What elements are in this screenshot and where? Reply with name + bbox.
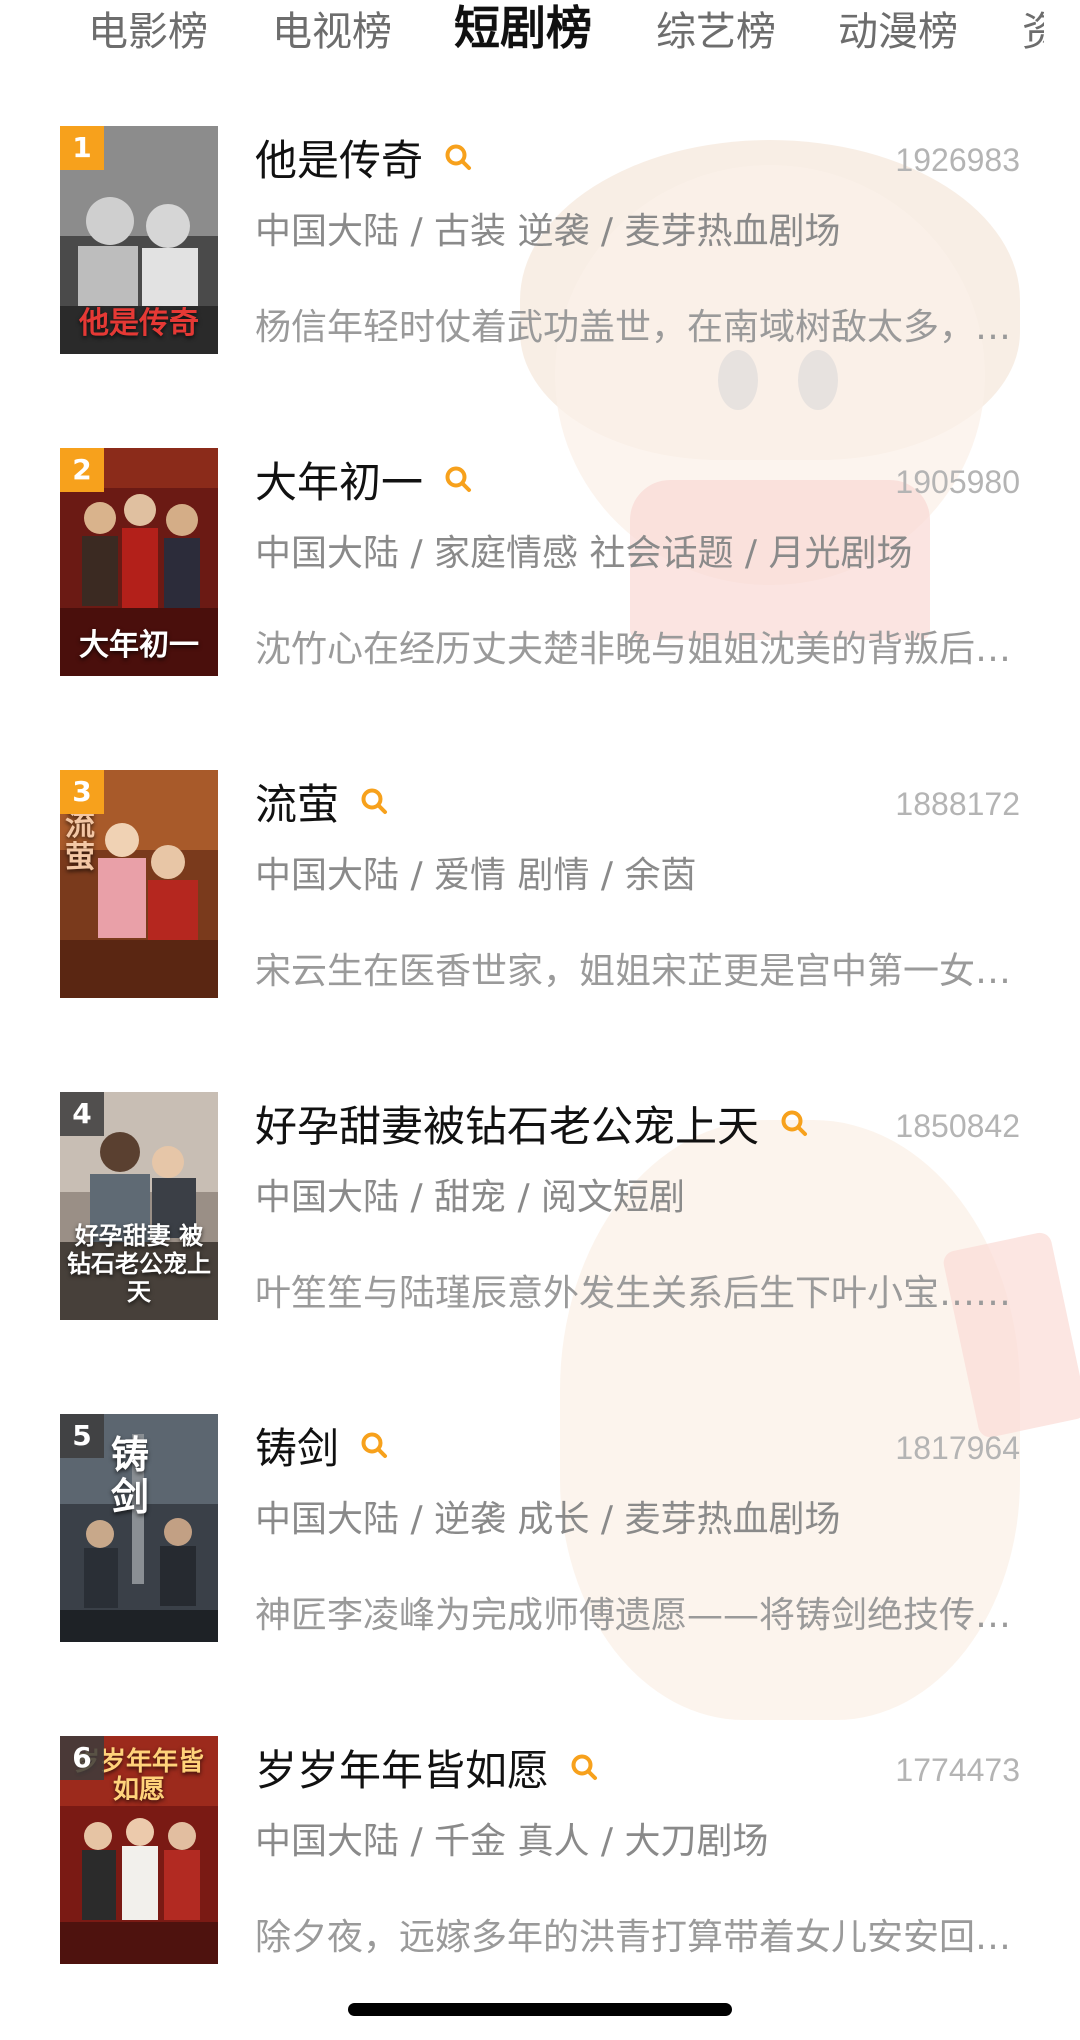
rank-badge: 5 bbox=[60, 1414, 104, 1458]
poster-image: 他是传奇 1 bbox=[60, 126, 218, 354]
rank-badge: 1 bbox=[60, 126, 104, 170]
title-row: 好孕甜妻被钻石老公宠上天 bbox=[255, 1091, 809, 1155]
poster-image: 好孕甜妻 被钻石老公宠上天 4 bbox=[60, 1092, 218, 1320]
search-icon[interactable] bbox=[359, 786, 389, 816]
poster-caption: 好孕甜妻 被钻石老公宠上天 bbox=[67, 1221, 211, 1306]
tab-tv[interactable]: 电视榜 bbox=[272, 0, 392, 64]
item-tags: 中国大陆 / 家庭情感 社会话题 / 月光剧场 bbox=[255, 533, 913, 574]
title-row: 流萤 bbox=[255, 769, 389, 833]
title-row: 岁岁年年皆如愿 bbox=[255, 1735, 599, 1799]
heat-score: 1905980 bbox=[895, 464, 1020, 500]
item-tags: 中国大陆 / 爱情 剧情 / 余茵 bbox=[255, 855, 697, 896]
rank-badge: 4 bbox=[60, 1092, 104, 1136]
list-item[interactable]: 大年初一 2 大年初一 1905980 中国大陆 / 家庭情感 社会话题 / 月… bbox=[0, 442, 1080, 682]
list-item[interactable]: 好孕甜妻 被钻石老公宠上天 4 好孕甜妻被钻石老公宠上天 1850842 中国大… bbox=[0, 1086, 1080, 1326]
heat-score: 1926983 bbox=[895, 142, 1020, 178]
search-icon[interactable] bbox=[359, 1430, 389, 1460]
title-row: 他是传奇 bbox=[255, 125, 473, 189]
item-tags: 中国大陆 / 千金 真人 / 大刀剧场 bbox=[255, 1821, 769, 1862]
item-description: 除夕夜，远嫁多年的洪青打算带着女儿安安回家…… bbox=[255, 1917, 1025, 1958]
heat-score: 1774473 bbox=[895, 1752, 1020, 1788]
rank-badge: 2 bbox=[60, 448, 104, 492]
tab-short-drama[interactable]: 短剧榜 bbox=[454, 0, 592, 64]
list-item[interactable]: 他是传奇 1 他是传奇 1926983 中国大陆 / 古装 逆袭 / 麦芽热血剧… bbox=[0, 120, 1080, 360]
item-tags: 中国大陆 / 甜宠 / 阅文短剧 bbox=[255, 1177, 686, 1218]
poster-image: 流萤 3 bbox=[60, 770, 218, 998]
heat-score: 1888172 bbox=[895, 786, 1020, 822]
search-icon[interactable] bbox=[779, 1108, 809, 1138]
poster-caption: 他是传奇 bbox=[79, 306, 199, 341]
item-tags: 中国大陆 / 古装 逆袭 / 麦芽热血剧场 bbox=[255, 211, 841, 252]
item-title[interactable]: 他是传奇 bbox=[255, 127, 423, 188]
tab-movies[interactable]: 电影榜 bbox=[88, 0, 208, 64]
home-indicator[interactable] bbox=[348, 2003, 732, 2016]
item-description: 神匠李凌峰为完成师傅遗愿——将铸剑绝技传承下去…… bbox=[255, 1595, 1025, 1636]
item-title[interactable]: 铸剑 bbox=[255, 1415, 339, 1476]
rank-badge: 6 bbox=[60, 1736, 104, 1780]
search-icon[interactable] bbox=[443, 464, 473, 494]
ranking-tabs: 电影榜 电视榜 短剧榜 综艺榜 动漫榜 资 bbox=[0, 0, 1080, 72]
poster-image: 大年初一 2 bbox=[60, 448, 218, 676]
list-item[interactable]: 流萤 3 流萤 1888172 中国大陆 / 爱情 剧情 / 余茵 宋云生在医香… bbox=[0, 764, 1080, 1004]
tab-anime[interactable]: 动漫榜 bbox=[838, 0, 958, 64]
item-description: 杨信年轻时仗着武功盖世，在南域树敌太多，为了保护家人隐居多年…… bbox=[255, 307, 1025, 348]
item-title[interactable]: 好孕甜妻被钻石老公宠上天 bbox=[255, 1093, 759, 1154]
poster-image: 铸剑 5 bbox=[60, 1414, 218, 1642]
tab-variety[interactable]: 综艺榜 bbox=[656, 0, 776, 64]
item-description: 沈竹心在经历丈夫楚非晚与姐姐沈美的背叛后…… bbox=[255, 629, 1025, 670]
poster-caption: 流萤 bbox=[65, 808, 95, 875]
list-item[interactable]: 铸剑 5 铸剑 1817964 中国大陆 / 逆袭 成长 / 麦芽热血剧场 神匠… bbox=[0, 1408, 1080, 1648]
rank-badge: 3 bbox=[60, 770, 104, 814]
search-icon[interactable] bbox=[569, 1752, 599, 1782]
heat-score: 1817964 bbox=[895, 1430, 1020, 1466]
search-icon[interactable] bbox=[443, 142, 473, 172]
item-title[interactable]: 岁岁年年皆如愿 bbox=[255, 1737, 549, 1798]
title-row: 铸剑 bbox=[255, 1413, 389, 1477]
item-tags: 中国大陆 / 逆袭 成长 / 麦芽热血剧场 bbox=[255, 1499, 841, 1540]
poster-image: 岁岁年年皆如愿 6 bbox=[60, 1736, 218, 1964]
poster-caption: 大年初一 bbox=[79, 628, 199, 663]
item-title[interactable]: 大年初一 bbox=[255, 449, 423, 510]
item-title[interactable]: 流萤 bbox=[255, 771, 339, 832]
list-item[interactable]: 岁岁年年皆如愿 6 岁岁年年皆如愿 1774473 中国大陆 / 千金 真人 /… bbox=[0, 1730, 1080, 1970]
heat-score: 1850842 bbox=[895, 1108, 1020, 1144]
title-row: 大年初一 bbox=[255, 447, 473, 511]
tab-partial[interactable]: 资 bbox=[1022, 0, 1044, 64]
poster-caption: 铸剑 bbox=[110, 1432, 149, 1519]
item-description: 宋云生在医香世家，姐姐宋芷更是宫中第一女医…… bbox=[255, 951, 1025, 992]
item-description: 叶笙笙与陆瑾辰意外发生关系后生下叶小宝…… bbox=[255, 1273, 1012, 1314]
